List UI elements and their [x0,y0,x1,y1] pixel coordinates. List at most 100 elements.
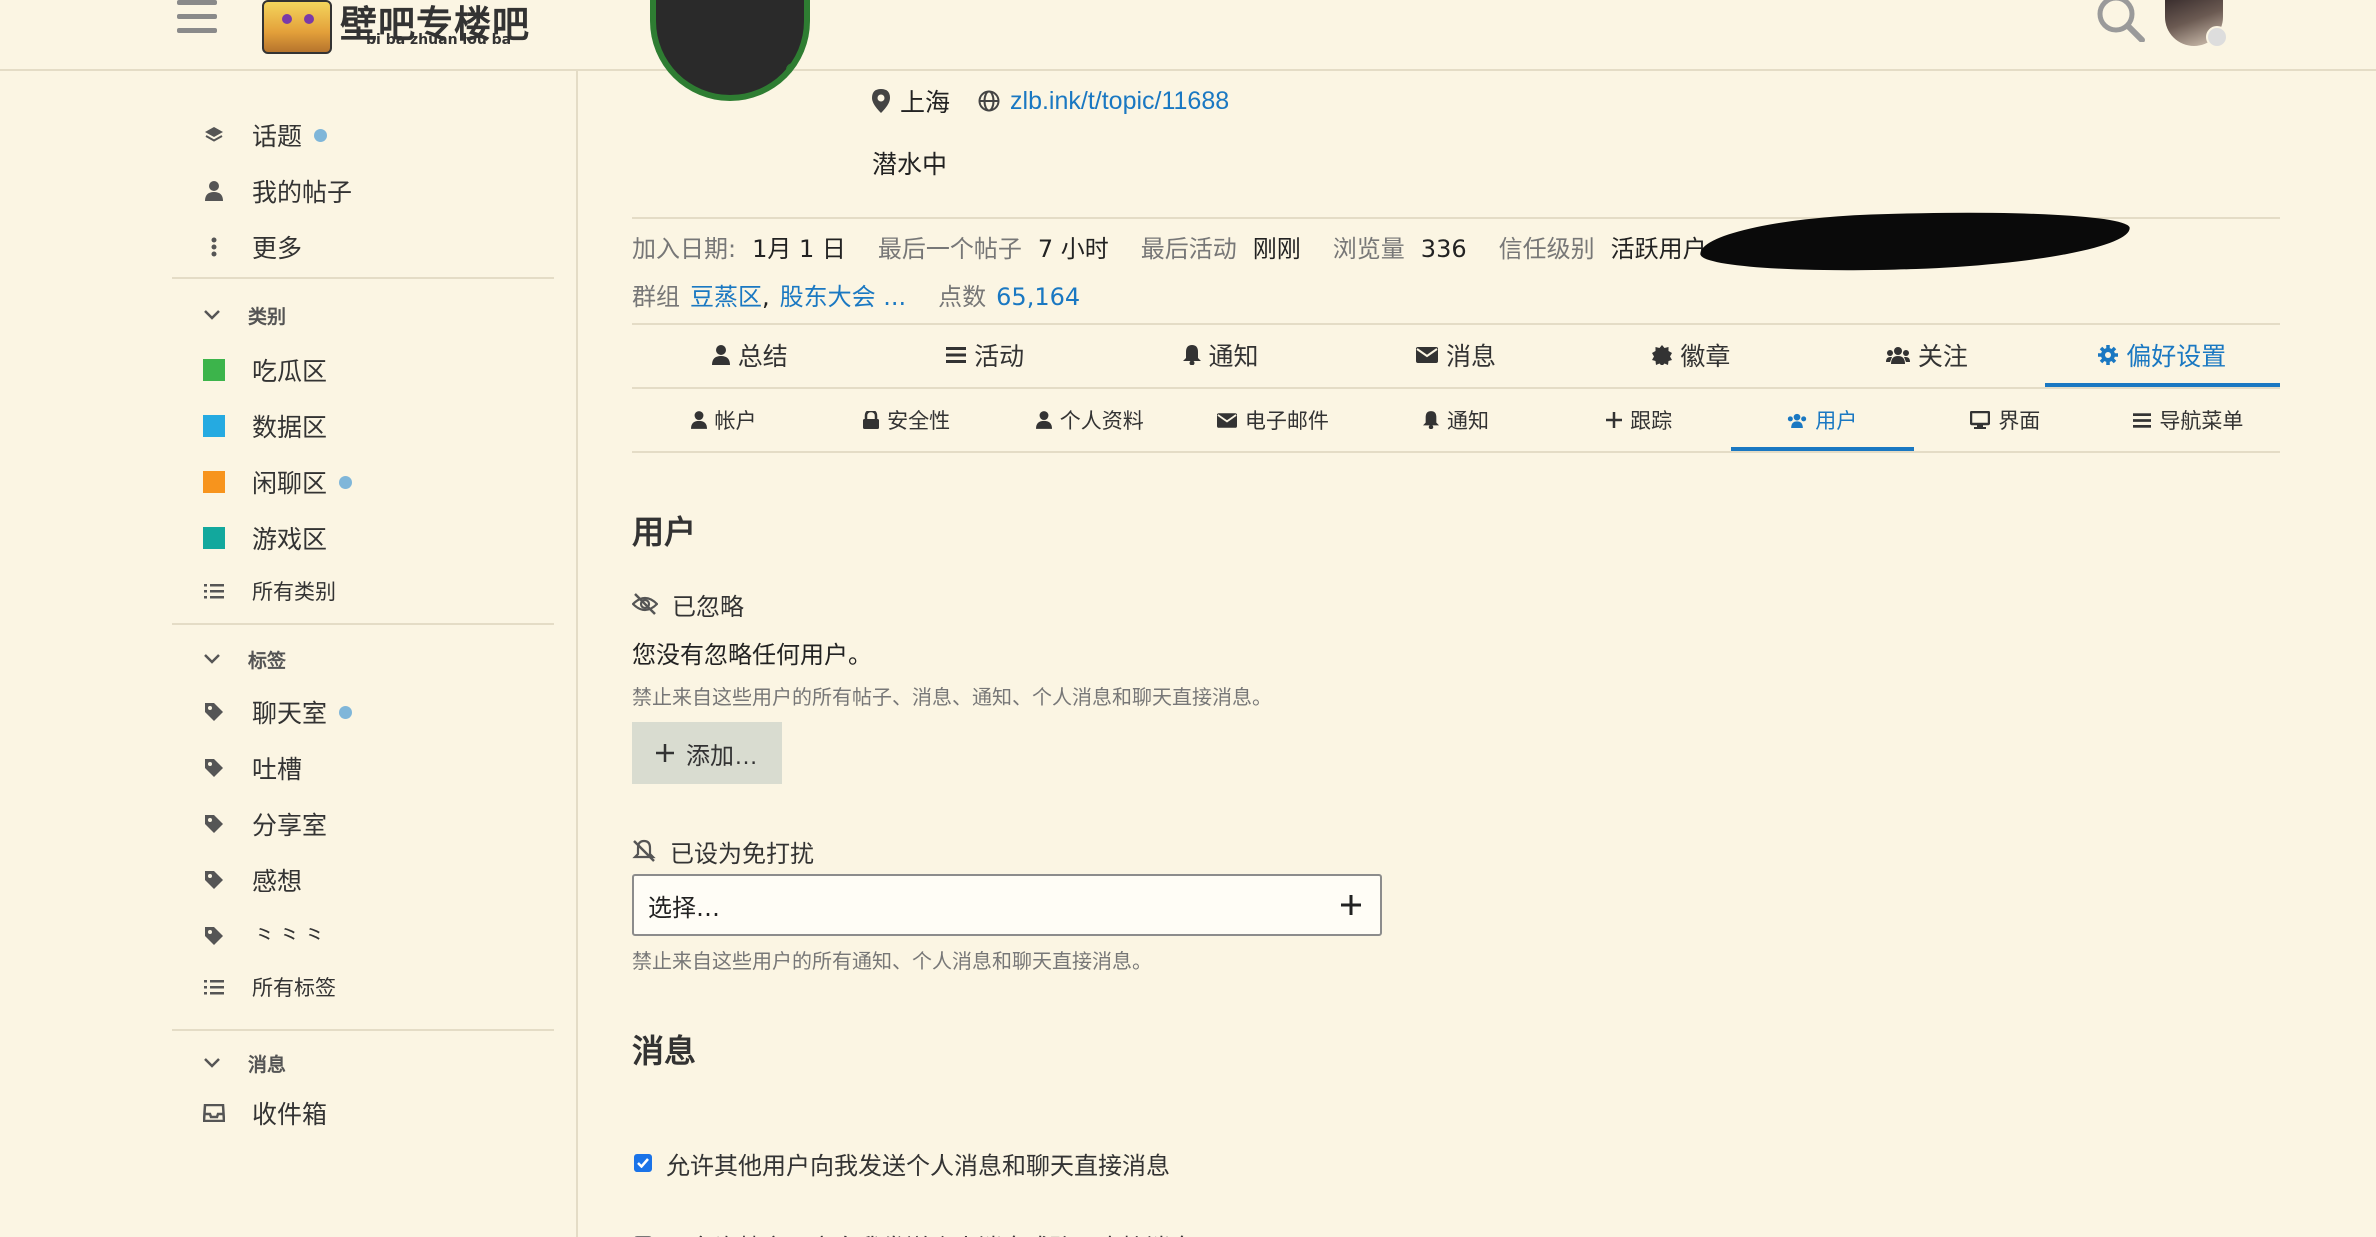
preferences-subtabs: 帐户 安全性 个人资料 电子邮件 通知 跟踪 用户 界面 导航菜单 [632,389,2280,451]
tab-badges[interactable]: 徽章 [1574,323,1809,387]
subtab-tracking[interactable]: 跟踪 [1548,389,1731,451]
tag-label: 吐槽 [252,755,303,784]
sidebar-tag-item[interactable]: 聊天室 [200,692,353,732]
ignored-users-label: 已忽略 [632,587,744,621]
bell-icon [1182,345,1201,365]
sidebar-tag-item[interactable]: ⺀⺀⺀ [200,916,327,956]
sidebar-item-inbox[interactable]: 收件箱 [200,1093,327,1133]
subtab-label: 跟踪 [1630,409,1673,433]
sidebar: 话题 我的帖子 更多 类别 吃瓜区 数据区 闲聊区 游戏区 所有类别 标签 聊天… [0,71,578,1237]
tab-label: 偏好设置 [2126,342,2227,371]
bell-slash-icon [632,839,656,862]
subtab-profile[interactable]: 个人资料 [998,389,1181,451]
tag-icon [200,754,228,782]
category-label: 数据区 [252,413,328,442]
subtab-label: 用户 [1815,409,1858,433]
allow-pm-option[interactable]: 允许其他用户向我发送个人消息和聊天直接消息 [634,1146,1170,1180]
all-categories-label: 所有类别 [252,580,336,604]
category-color-swatch [200,524,228,552]
users-icon [1885,347,1910,364]
only-specific-users-option[interactable]: 只允许特定用户向我发送个人消息或聊天直接消息 [634,1228,1194,1237]
tag-icon [200,698,228,726]
users-icon [1788,413,1807,428]
list-icon [946,347,967,363]
add-ignored-user-button[interactable]: 添加… [632,722,782,784]
muted-users-select[interactable]: 选择… [632,874,1382,936]
lock-icon [863,411,880,429]
avatar-status-badge [2206,26,2228,48]
allow-pm-label: 允许其他用户向我发送个人消息和聊天直接消息 [666,1151,1170,1180]
main-content: 上海 zlb.ink/t/topic/11688 潜水中 加入日期: 1月 1 … [580,0,2376,1237]
sidebar-tag-item[interactable]: 分享室 [200,804,327,844]
chevron-down-icon [204,310,226,320]
subtab-label: 通知 [1446,409,1489,433]
user-icon [690,411,707,429]
search-icon[interactable] [2096,0,2146,42]
categories-section-toggle[interactable]: 类别 [204,300,286,330]
all-tags-label: 所有标签 [252,976,336,1000]
subtab-navigation-menu[interactable]: 导航菜单 [2097,389,2280,451]
subtab-email[interactable]: 电子邮件 [1181,389,1364,451]
muted-select-placeholder: 选择… [648,893,720,922]
site-logo[interactable]: 壁吧专楼吧 bi ba zhuan lou ba [262,0,532,54]
unread-dot [339,475,353,489]
envelope-icon [1216,412,1237,428]
sidebar-all-tags[interactable]: 所有标签 [200,967,336,1007]
inbox-icon [200,1099,228,1127]
sidebar-category-item[interactable]: 闲聊区 [200,462,353,502]
tags-section-toggle[interactable]: 标签 [204,644,286,674]
stat-points-value[interactable]: 65,164 [996,283,1080,311]
sidebar-item-label: 更多 [252,234,303,263]
vertical-ellipsis-icon [200,233,228,261]
plus-icon[interactable] [1336,890,1366,920]
logo-subtitle: bi ba zhuan lou ba [366,32,512,48]
group-link[interactable]: 豆蒸区 [690,277,762,312]
profile-website-link[interactable]: zlb.ink/t/topic/11688 [1010,87,1229,116]
sidebar-tag-item[interactable]: 感想 [200,860,302,900]
profile-location: 上海 [900,88,951,117]
sidebar-divider [172,277,554,279]
sidebar-tag-item[interactable]: 吐槽 [200,748,302,788]
allow-pm-checkbox[interactable] [634,1154,652,1172]
bell-icon [1422,411,1439,429]
plus-icon [1606,412,1623,428]
messages-section-toggle[interactable]: 消息 [204,1048,286,1078]
sidebar-item-my-posts[interactable]: 我的帖子 [200,171,352,211]
hamburger-menu-icon[interactable] [177,0,219,38]
sidebar-all-categories[interactable]: 所有类别 [200,571,336,611]
sidebar-category-item[interactable]: 数据区 [200,406,327,446]
category-color-swatch [200,468,228,496]
tab-preferences[interactable]: 偏好设置 [2044,323,2281,387]
tab-activity[interactable]: 活动 [867,323,1102,387]
user-icon [200,177,228,205]
envelope-icon [1415,347,1438,363]
subtab-security[interactable]: 安全性 [815,389,998,451]
users-section-heading: 用户 [632,513,697,551]
category-label: 游戏区 [252,525,328,554]
tab-notifications[interactable]: 通知 [1103,323,1338,387]
sidebar-category-item[interactable]: 游戏区 [200,518,327,558]
sidebar-item-topics[interactable]: 话题 [200,115,328,155]
sidebar-category-item[interactable]: 吃瓜区 [200,350,327,390]
subtab-interface[interactable]: 界面 [1914,389,2097,451]
subtab-users[interactable]: 用户 [1730,389,1914,451]
subtab-notifications[interactable]: 通知 [1364,389,1547,451]
messages-heading: 消息 [248,1053,287,1076]
tab-messages[interactable]: 消息 [1338,323,1573,387]
stat-joined-value: 1月 1 日 [752,235,846,263]
chevron-down-icon [204,1058,226,1068]
category-label: 闲聊区 [252,469,328,498]
sidebar-item-more[interactable]: 更多 [200,227,302,267]
only-specific-users-label: 只允许特定用户向我发送个人消息或聊天直接消息 [666,1228,1194,1237]
group-link[interactable]: 股东大会 ... [780,277,907,312]
tab-label: 消息 [1445,342,1496,371]
subtab-account[interactable]: 帐户 [632,389,815,451]
divider [632,451,2280,453]
list-icon [200,577,228,605]
stat-label: 信任级别 [1498,235,1595,263]
stat-trust-value: 活跃用户 [1610,235,1707,263]
tab-follow[interactable]: 关注 [1809,323,2044,387]
tag-label: 分享室 [252,811,328,840]
tab-summary[interactable]: 总结 [632,323,867,387]
tab-label: 总结 [737,342,788,371]
